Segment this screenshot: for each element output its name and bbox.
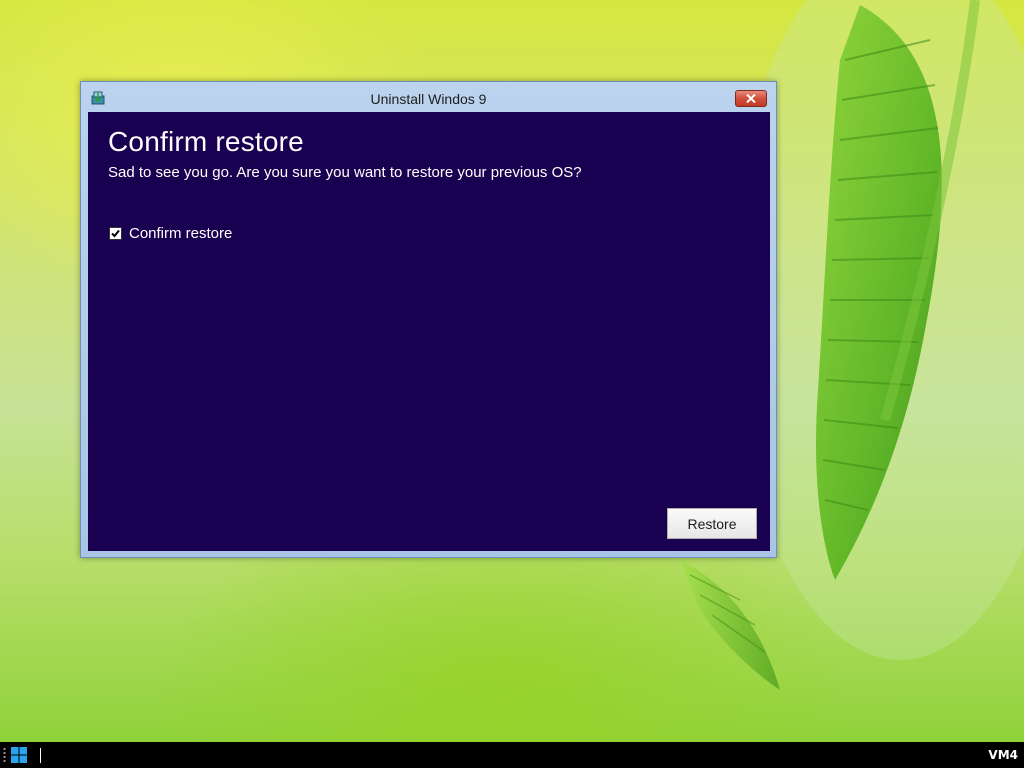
uninstall-window: Uninstall Windos 9 Confirm restore Sad t… <box>80 81 777 558</box>
windows-logo-icon[interactable] <box>10 746 28 764</box>
text-cursor <box>40 748 41 763</box>
checkmark-icon <box>111 229 120 238</box>
page-title: Confirm restore <box>108 126 304 157</box>
desktop: Uninstall Windos 9 Confirm restore Sad t… <box>0 0 1024 742</box>
close-x-icon <box>746 94 756 103</box>
dialog-content: Confirm restore Sad to see you go. Are y… <box>88 112 770 551</box>
taskbar-grip-handle[interactable] <box>3 747 6 763</box>
window-title: Uninstall Windos 9 <box>370 91 487 107</box>
title-bar[interactable]: Uninstall Windos 9 <box>81 82 776 112</box>
close-button[interactable] <box>735 90 767 107</box>
confirm-restore-option[interactable]: Confirm restore <box>109 225 232 242</box>
confirm-restore-label[interactable]: Confirm restore <box>129 225 232 242</box>
restore-button[interactable]: Restore <box>667 508 757 539</box>
taskbar: VM4 <box>0 742 1024 768</box>
page-subtitle: Sad to see you go. Are you sure you want… <box>108 164 582 181</box>
machine-label: VM4 <box>988 748 1018 762</box>
confirm-restore-checkbox[interactable] <box>109 227 122 240</box>
